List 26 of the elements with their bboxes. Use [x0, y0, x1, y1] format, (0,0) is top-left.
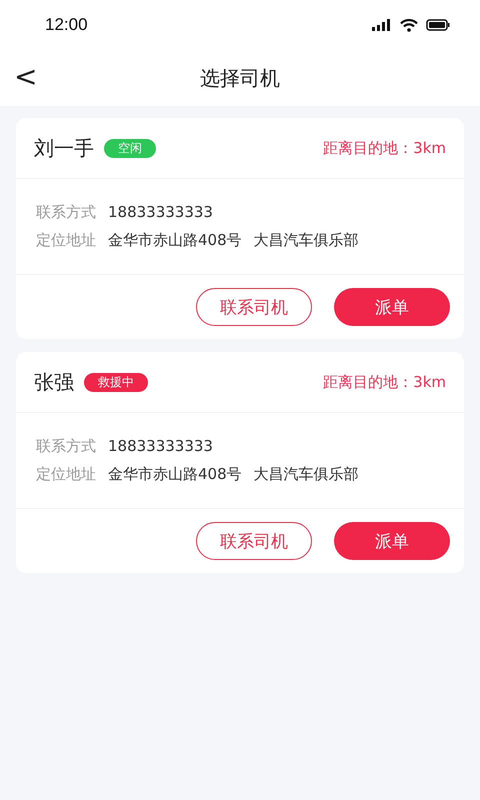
address-text: 大昌汽车俱乐部 — [254, 465, 359, 484]
phone-number: 18833333333 — [108, 437, 213, 455]
address-text: 大昌汽车俱乐部 — [254, 231, 359, 250]
signal-icon — [372, 19, 392, 31]
address-text: 金华市赤山路408号 — [108, 231, 242, 250]
phone-number: 18833333333 — [108, 203, 213, 221]
status-time: 12:00 — [45, 15, 88, 35]
dispatch-button[interactable]: 派单 — [334, 522, 450, 560]
address-text: 金华市赤山路408号 — [108, 465, 242, 484]
contact-label: 联系方式 — [36, 203, 96, 222]
status-badge: 救援中 — [84, 372, 148, 392]
contact-label: 联系方式 — [36, 437, 96, 456]
contact-driver-button[interactable]: 联系司机 — [196, 522, 312, 560]
distance-text: 距离目的地：3km — [323, 138, 446, 158]
distance-text: 距离目的地：3km — [323, 372, 446, 392]
driver-name: 张强 — [34, 368, 74, 396]
dispatch-button[interactable]: 派单 — [334, 288, 450, 326]
status-badge: 空闲 — [104, 138, 156, 158]
back-button[interactable]: < — [8, 60, 44, 94]
driver-name: 刘一手 — [34, 134, 94, 162]
page-title: 选择司机 — [200, 64, 280, 92]
wifi-icon — [400, 18, 418, 32]
address-label: 定位地址 — [36, 231, 96, 250]
battery-icon — [426, 19, 450, 31]
contact-driver-button[interactable]: 联系司机 — [196, 288, 312, 326]
address-label: 定位地址 — [36, 465, 96, 484]
